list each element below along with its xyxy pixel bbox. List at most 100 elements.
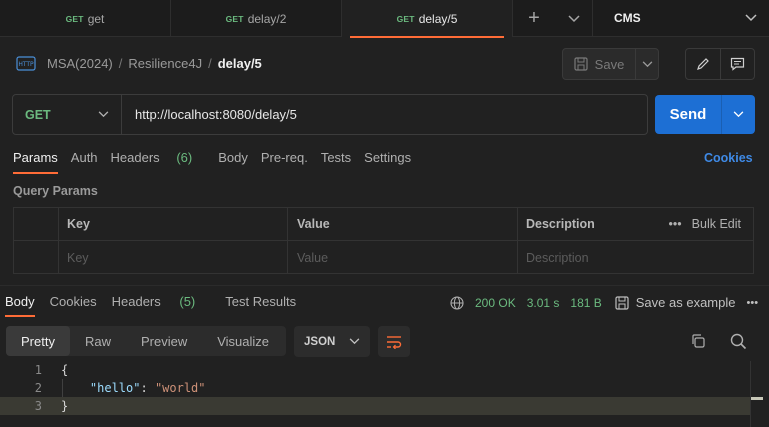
cookies-link[interactable]: Cookies	[704, 151, 753, 165]
svg-text:HTTP: HTTP	[18, 61, 34, 68]
more-options-icon[interactable]: •••	[669, 217, 682, 231]
tab-settings[interactable]: Settings	[364, 150, 411, 174]
response-size[interactable]: 181 B	[570, 296, 601, 310]
method-select[interactable]: GET	[13, 95, 122, 134]
save-icon	[615, 295, 629, 310]
more-options-icon[interactable]: •••	[747, 297, 759, 309]
code-line: 2 "hello": "world"	[0, 379, 750, 397]
response-time[interactable]: 3.01 s	[527, 296, 560, 310]
scrollbar-cursor-marker	[751, 397, 763, 400]
column-header-actions: ••• Bulk Edit	[669, 217, 741, 231]
method-value: GET	[25, 107, 51, 122]
code-text: {	[61, 363, 69, 377]
tab-body[interactable]: Body	[218, 150, 248, 174]
headers-count: (6)	[176, 150, 193, 165]
breadcrumb-current[interactable]: delay/5	[218, 56, 262, 71]
code-line: 3 }	[0, 397, 750, 415]
format-tab-preview[interactable]: Preview	[126, 326, 202, 356]
save-as-example-button[interactable]: Save as example	[615, 295, 736, 310]
request-tab-delay-5[interactable]: GET delay/5	[342, 0, 513, 38]
save-label: Save	[594, 56, 625, 72]
response-headers-label: Headers	[111, 294, 161, 309]
format-select-value: JSON	[304, 335, 336, 348]
send-button-group: Send	[655, 95, 755, 134]
format-tab-raw[interactable]: Raw	[70, 326, 126, 356]
save-button[interactable]: Save	[563, 49, 636, 79]
tab-label: get	[87, 11, 105, 26]
tab-method-label: GET	[225, 13, 244, 24]
response-status-bar: 200 OK 3.01 s 181 B Save as example •••	[450, 295, 758, 310]
json-colon: :	[140, 381, 155, 395]
query-params-table: Key Value Description ••• Bulk Edit Key …	[13, 207, 754, 274]
query-params-title: Query Params	[13, 184, 98, 198]
line-number: 3	[34, 399, 42, 413]
url-input[interactable]: http://localhost:8080/delay/5	[122, 95, 297, 134]
param-value-input[interactable]: Value	[288, 241, 518, 274]
response-tab-body[interactable]: Body	[5, 294, 35, 317]
description-header-label: Description	[526, 217, 595, 231]
indent-guide	[62, 379, 63, 397]
breadcrumb: MSA(2024) / Resilience4J / delay/5	[47, 56, 262, 71]
edit-button[interactable]	[686, 49, 721, 79]
format-tab-visualize[interactable]: Visualize	[202, 326, 284, 356]
send-button[interactable]: Send	[655, 95, 722, 134]
response-tab-headers[interactable]: Headers (5)	[112, 294, 211, 317]
chevron-down-icon	[98, 111, 109, 118]
wrap-lines-icon	[387, 335, 402, 349]
param-key-input[interactable]: Key	[59, 241, 288, 274]
tab-params[interactable]: Params	[13, 150, 58, 174]
response-format-tabs: Pretty Raw Preview Visualize	[6, 326, 286, 356]
breadcrumb-collection[interactable]: Resilience4J	[128, 56, 202, 71]
environment-name: CMS	[614, 11, 641, 25]
editor-scrollbar[interactable]	[750, 361, 763, 427]
line-number: 1	[34, 363, 42, 377]
tab-headers[interactable]: Headers (6)	[111, 150, 206, 174]
breadcrumb-workspace[interactable]: MSA(2024)	[47, 56, 113, 71]
environment-selector[interactable]: CMS	[593, 0, 769, 36]
chevron-down-icon	[642, 60, 652, 67]
code-line: 1 {	[0, 361, 750, 379]
column-header-value: Value	[288, 208, 518, 240]
response-divider[interactable]	[0, 285, 769, 286]
status-code[interactable]: 200 OK	[475, 296, 516, 310]
request-tab-delay-2[interactable]: GET delay/2	[171, 0, 342, 37]
tab-method-label: GET	[396, 13, 415, 24]
chevron-down-icon	[745, 14, 757, 22]
globe-icon[interactable]	[450, 295, 464, 310]
response-tab-test-results[interactable]: Test Results	[225, 294, 296, 317]
send-options-button[interactable]	[722, 95, 755, 134]
pencil-icon	[696, 58, 709, 70]
request-header: HTTP MSA(2024) / Resilience4J / delay/5 …	[0, 44, 769, 84]
tab-prereq[interactable]: Pre-req.	[261, 150, 308, 174]
save-as-example-label: Save as example	[635, 295, 736, 310]
table-header-row: Key Value Description ••• Bulk Edit	[14, 208, 753, 241]
response-tabs: Body Cookies Headers (5) Test Results	[5, 294, 311, 317]
response-headers-count: (5)	[179, 294, 196, 309]
save-button-group: Save	[562, 48, 659, 80]
code-text: }	[61, 399, 69, 413]
save-options-button[interactable]	[636, 60, 658, 68]
format-select[interactable]: JSON	[294, 326, 370, 357]
plus-icon: +	[528, 7, 540, 29]
chevron-down-icon	[733, 111, 744, 118]
bulk-edit-button[interactable]: Bulk Edit	[692, 217, 741, 231]
response-tab-cookies[interactable]: Cookies	[50, 294, 97, 317]
save-icon	[574, 57, 588, 71]
tab-tests[interactable]: Tests	[321, 150, 351, 174]
search-icon[interactable]	[730, 333, 747, 350]
tab-auth[interactable]: Auth	[71, 150, 98, 174]
comment-icon	[730, 57, 744, 71]
request-tab-get[interactable]: GET get	[0, 0, 171, 37]
wrap-lines-button[interactable]	[378, 326, 410, 357]
param-description-input[interactable]: Description	[518, 241, 753, 274]
format-tab-pretty[interactable]: Pretty	[6, 326, 70, 356]
url-bar: GET http://localhost:8080/delay/5	[12, 94, 648, 135]
copy-icon[interactable]	[690, 333, 706, 349]
comments-button[interactable]	[721, 49, 755, 79]
tab-list-button[interactable]	[555, 0, 593, 37]
breadcrumb-separator: /	[118, 56, 123, 71]
response-body-editor[interactable]: 1 { 2 "hello": "world" 3 }	[0, 361, 769, 427]
new-tab-button[interactable]: +	[513, 0, 555, 37]
chevron-down-icon	[567, 14, 580, 22]
http-request-icon: HTTP	[16, 56, 36, 71]
